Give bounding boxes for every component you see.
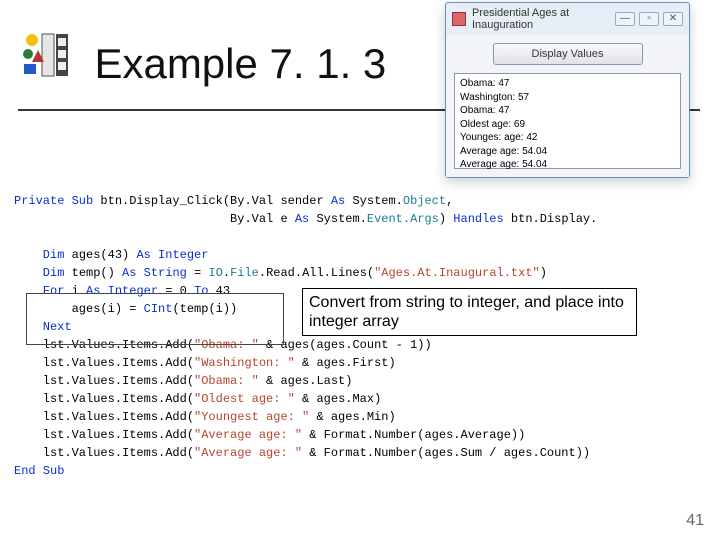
code-token: As Integer — [86, 284, 158, 298]
code-token: Dim — [14, 266, 64, 280]
code-token: (temp(i)) — [172, 302, 237, 316]
list-item: Average age: 54.04 — [460, 158, 675, 172]
code-token: "Obama: " — [194, 374, 259, 388]
code-token: & ages.First) — [295, 356, 396, 370]
code-token: As String — [122, 266, 187, 280]
code-token: lst.Values.Items.Add( — [14, 392, 194, 406]
code-token: End Sub — [14, 464, 64, 478]
code-token: . — [223, 266, 230, 280]
list-item: Obama: 47 — [460, 77, 675, 91]
values-listbox[interactable]: Obama: 47 Washington: 57 Obama: 47 Oldes… — [454, 73, 681, 169]
code-token: lst.Values.Items.Add( — [14, 338, 194, 352]
code-token: Dim — [14, 248, 64, 262]
code-token: CInt — [144, 302, 173, 316]
window-controls: — ▫ ✕ — [615, 12, 683, 26]
code-token: Private Sub — [14, 194, 93, 208]
code-token: Object — [403, 194, 446, 208]
code-token: & ages.Min) — [309, 410, 395, 424]
code-token: "Average age: " — [194, 446, 302, 460]
list-item: Oldest age: 69 — [460, 118, 675, 132]
code-token: ) — [439, 212, 453, 226]
code-token: , — [446, 194, 453, 208]
slide-title: Example 7. 1. 3 — [94, 40, 386, 88]
code-token: As — [331, 194, 345, 208]
code-token: lst.Values.Items.Add( — [14, 410, 194, 424]
window-titlebar: Presidential Ages at Inauguration — ▫ ✕ — [446, 3, 689, 35]
code-token: = — [187, 266, 209, 280]
code-token: Event.Args — [367, 212, 439, 226]
list-item: Washington: 57 — [460, 91, 675, 105]
app-icon — [452, 12, 466, 26]
code-token: Next — [14, 320, 72, 334]
code-token: btn.Display_Click(By.Val sender — [93, 194, 331, 208]
list-item: Average age: 54.04 — [460, 145, 675, 159]
code-token: "Obama: " — [194, 338, 259, 352]
code-token: By.Val e — [14, 212, 295, 226]
minimize-button[interactable]: — — [615, 12, 635, 26]
code-token: & ages.Last) — [259, 374, 353, 388]
code-token: lst.Values.Items.Add( — [14, 446, 194, 460]
code-token: i — [64, 284, 86, 298]
code-token: For — [14, 284, 64, 298]
code-token: & Format.Number(ages.Average)) — [302, 428, 525, 442]
code-token: "Oldest age: " — [194, 392, 295, 406]
annotation-box: Convert from string to integer, and plac… — [302, 288, 637, 336]
code-token: ) — [540, 266, 547, 280]
code-token: As Integer — [136, 248, 208, 262]
code-token: File — [230, 266, 259, 280]
maximize-button[interactable]: ▫ — [639, 12, 659, 26]
code-token: As — [295, 212, 309, 226]
code-token: = 0 — [158, 284, 194, 298]
code-token: temp() — [64, 266, 122, 280]
app-window: Presidential Ages at Inauguration — ▫ ✕ … — [445, 2, 690, 178]
code-token: lst.Values.Items.Add( — [14, 428, 194, 442]
code-token: System. — [345, 194, 403, 208]
code-token: "Average age: " — [194, 428, 302, 442]
code-token: & Format.Number(ages.Sum / ages.Count)) — [302, 446, 590, 460]
logo-icon — [18, 30, 72, 85]
code-token: IO — [208, 266, 222, 280]
code-token: lst.Values.Items.Add( — [14, 374, 194, 388]
code-token: & ages.Max) — [295, 392, 381, 406]
code-token: lst.Values.Items.Add( — [14, 356, 194, 370]
close-button[interactable]: ✕ — [663, 12, 683, 26]
window-body: Display Values Obama: 47 Washington: 57 … — [446, 35, 689, 177]
code-token: 43 — [208, 284, 230, 298]
code-token: "Washington: " — [194, 356, 295, 370]
code-token: .Read.All.Lines( — [259, 266, 374, 280]
list-item: Obama: 47 — [460, 104, 675, 118]
code-token: ages(43) — [64, 248, 136, 262]
code-token: & ages(ages.Count - 1)) — [259, 338, 432, 352]
page-number: 41 — [686, 512, 704, 530]
code-token: Handles — [453, 212, 503, 226]
code-token: "Ages.At.Inaugural.txt" — [374, 266, 540, 280]
code-token: btn.Display. — [504, 212, 598, 226]
code-token: System. — [309, 212, 367, 226]
code-token: To — [194, 284, 208, 298]
list-item: Younges: age: 42 — [460, 131, 675, 145]
display-values-button[interactable]: Display Values — [493, 43, 643, 65]
window-title: Presidential Ages at Inauguration — [472, 7, 615, 31]
code-token: ages(i) = — [14, 302, 144, 316]
code-token: "Youngest age: " — [194, 410, 309, 424]
